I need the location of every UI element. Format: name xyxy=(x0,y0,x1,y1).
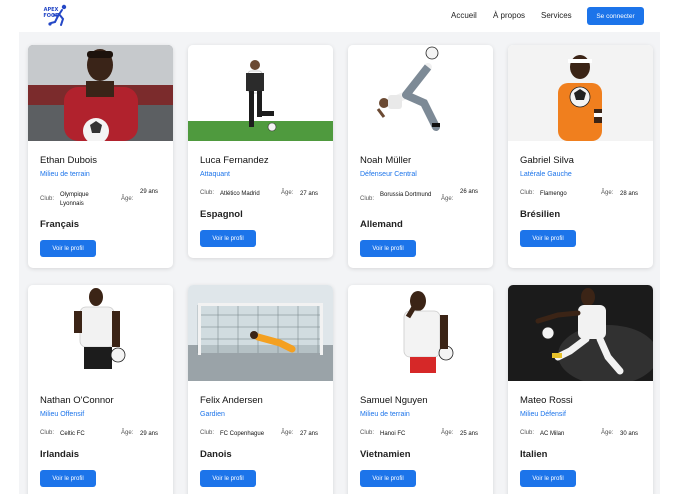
player-name: Noah Müller xyxy=(360,155,412,166)
player-card: Nathan O'Connor Milieu Offensif Club: Ce… xyxy=(28,285,173,494)
age-value: 29 ans xyxy=(140,431,159,437)
club-value: Flamengo xyxy=(540,191,567,197)
player-name: Felix Andersen xyxy=(200,395,263,406)
player-name: Samuel Nguyen xyxy=(360,395,428,406)
age-label: Âge: xyxy=(601,430,614,436)
player-nationality: Vietnamien xyxy=(360,449,411,460)
view-profile-button[interactable]: Voir le profil xyxy=(200,470,256,487)
player-name: Nathan O'Connor xyxy=(40,395,114,406)
player-card: Samuel Nguyen Milieu de terrain Club: Ha… xyxy=(348,285,493,494)
club-value: FC Copenhague xyxy=(220,431,265,437)
club-label: Club: xyxy=(40,430,55,436)
logo-text: APEX FOOT xyxy=(42,7,60,19)
club-value: Borussia Dortmund xyxy=(380,192,432,198)
player-photo xyxy=(348,285,493,381)
player-card: Luca Fernandez Attaquant Club: Atlético … xyxy=(188,45,333,258)
player-nationality: Espagnol xyxy=(200,209,243,220)
club-label: Club: xyxy=(520,190,535,196)
player-position: Gardien xyxy=(200,411,225,418)
logo-line-2: FOOT xyxy=(43,13,59,19)
age-value: 25 ans xyxy=(460,431,479,437)
player-nationality: Danois xyxy=(200,449,232,460)
view-profile-button[interactable]: Voir le profil xyxy=(40,240,96,257)
age-label: Âge: xyxy=(121,196,134,202)
view-profile-button[interactable]: Voir le profil xyxy=(520,470,576,487)
player-nationality: Brésilien xyxy=(520,209,561,220)
club-label: Club: xyxy=(360,430,375,436)
player-name: Ethan Dubois xyxy=(40,155,98,166)
age-value: 30 ans xyxy=(620,431,639,437)
player-photo xyxy=(188,285,333,381)
player-photo xyxy=(508,45,653,141)
view-profile-button[interactable]: Voir le profil xyxy=(40,470,96,487)
player-name: Gabriel Silva xyxy=(520,155,574,166)
club-value: Atlético Madrid xyxy=(220,191,260,197)
age-value: 28 ans xyxy=(620,191,639,197)
club-value: Olympique Lyonnais xyxy=(60,192,89,207)
club-label: Club: xyxy=(520,430,535,436)
club-label: Club: xyxy=(200,190,215,196)
player-photo xyxy=(508,285,653,381)
club-label: Club: xyxy=(200,430,215,436)
players-grid: Ethan Dubois Milieu de terrain Club: Oly… xyxy=(19,32,660,494)
player-photo xyxy=(28,285,173,381)
top-navbar: APEX FOOT Accueil À propos Services Se c… xyxy=(0,0,674,32)
player-position: Attaquant xyxy=(200,171,230,178)
view-profile-button[interactable]: Voir le profil xyxy=(200,230,256,247)
age-label: Âge: xyxy=(121,430,134,436)
player-card: Gabriel Silva Latérale Gauche Club: Flam… xyxy=(508,45,653,268)
login-button[interactable]: Se connecter xyxy=(587,7,644,25)
age-value: 27 ans xyxy=(300,431,319,437)
player-card: Noah Müller Défenseur Central Club: Boru… xyxy=(348,45,493,268)
player-photo xyxy=(348,45,493,141)
age-label: Âge: xyxy=(601,190,614,196)
age-value: 29 ans xyxy=(140,189,159,195)
player-name: Luca Fernandez xyxy=(200,155,269,166)
age-label: Âge: xyxy=(281,430,294,436)
player-card: Felix Andersen Gardien Club: FC Copenhag… xyxy=(188,285,333,494)
logo[interactable]: APEX FOOT xyxy=(42,3,72,27)
age-value: 26 ans xyxy=(460,189,479,195)
player-name: Mateo Rossi xyxy=(520,395,573,406)
player-nationality: Irlandais xyxy=(40,449,80,460)
player-position: Défenseur Central xyxy=(360,171,417,178)
player-position: Milieu Défensif xyxy=(520,411,566,418)
player-position: Latérale Gauche xyxy=(520,171,572,178)
nav-about[interactable]: À propos xyxy=(493,11,525,20)
age-label: Âge: xyxy=(441,430,454,436)
view-profile-button[interactable]: Voir le profil xyxy=(520,230,576,247)
view-profile-button[interactable]: Voir le profil xyxy=(360,470,416,487)
player-card: Mateo Rossi Milieu Défensif Club: AC Mil… xyxy=(508,285,653,494)
club-value: AC Milan xyxy=(540,431,565,437)
club-value: Celtic FC xyxy=(60,431,85,437)
nav-home[interactable]: Accueil xyxy=(451,11,477,20)
player-photo xyxy=(28,45,173,141)
club-label: Club: xyxy=(360,196,375,202)
player-position: Milieu de terrain xyxy=(360,411,410,418)
nav-services[interactable]: Services xyxy=(541,11,572,20)
club-value: Hanoi FC xyxy=(380,431,406,437)
player-position: Milieu de terrain xyxy=(40,171,90,178)
age-label: Âge: xyxy=(281,190,294,196)
player-card: Ethan Dubois Milieu de terrain Club: Oly… xyxy=(28,45,173,268)
player-nationality: Italien xyxy=(520,449,548,460)
player-photo xyxy=(188,45,333,141)
player-nationality: Français xyxy=(40,219,80,230)
club-label: Club: xyxy=(40,196,55,202)
player-nationality: Allemand xyxy=(360,219,403,230)
view-profile-button[interactable]: Voir le profil xyxy=(360,240,416,257)
age-value: 27 ans xyxy=(300,191,319,197)
player-position: Milieu Offensif xyxy=(40,411,85,418)
age-label: Âge: xyxy=(441,196,454,202)
